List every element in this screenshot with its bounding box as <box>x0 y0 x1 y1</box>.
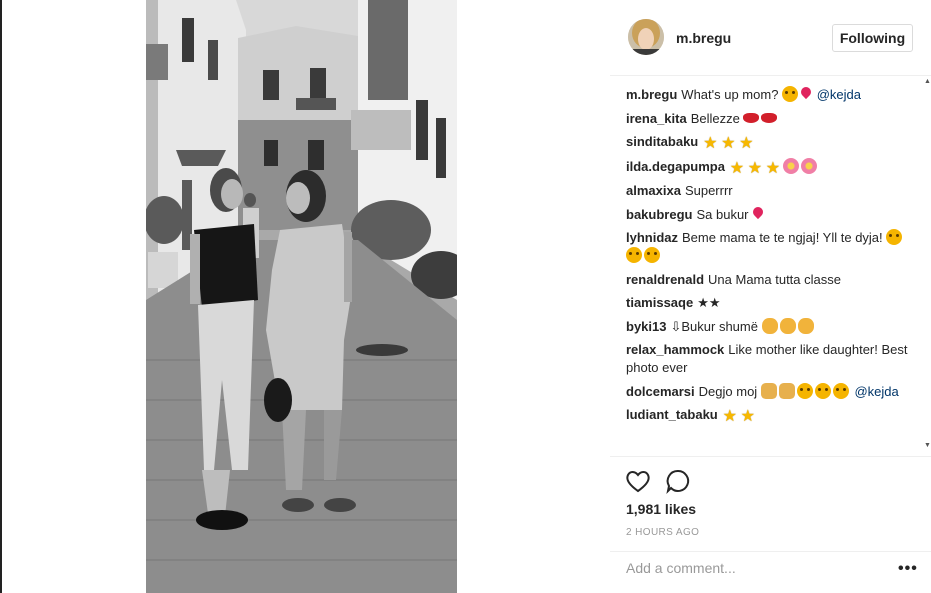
comment-username[interactable]: lyhnidaz <box>626 230 678 245</box>
comment-text: Sa bukur <box>696 206 749 222</box>
post-photo[interactable] <box>146 0 457 593</box>
dance-emoji-icon <box>778 382 795 399</box>
comment-item: bakubregu Sa bukur <box>626 204 922 224</box>
comment-username[interactable]: ilda.degapumpa <box>626 159 725 174</box>
comment-text: ⇩Bukur shumë <box>670 318 758 334</box>
face-emoji-icon <box>782 86 799 102</box>
face-emoji-icon <box>832 382 849 399</box>
comment-text: Una Mama tutta classe <box>708 271 841 287</box>
comment-username[interactable]: dolcemarsi <box>626 384 695 399</box>
comment-item: tiamissaqe ★★ <box>626 294 922 312</box>
lips-emoji-icon <box>761 112 778 123</box>
comment-username[interactable]: irena_kita <box>626 111 687 126</box>
comment-username[interactable]: almaxixa <box>626 183 681 198</box>
post-header: m.bregu Following <box>610 0 931 76</box>
comment-item: dolcemarsi Degjo moj @kejda <box>626 382 922 401</box>
scroll-up-arrow-icon[interactable]: ▲ <box>924 78 931 86</box>
comment-text: Bellezze <box>690 110 740 126</box>
window-left-edge <box>0 0 2 593</box>
heart-emoji-icon <box>751 204 766 219</box>
star-emoji-icon: ★ <box>740 408 755 425</box>
heart-emoji-icon <box>798 86 814 100</box>
photo-image <box>146 0 457 593</box>
comment-username[interactable]: sinditabaku <box>626 134 698 149</box>
flower-emoji-icon <box>800 157 817 174</box>
comment-item: byki13 ⇩Bukur shumë <box>626 317 922 336</box>
post-timestamp[interactable]: 2 HOURS AGO <box>626 527 699 538</box>
comment-item: almaxixa Superrrr <box>626 182 922 200</box>
face-emoji-icon <box>626 247 642 263</box>
star-emoji-icon: ★ <box>722 408 737 425</box>
clap-emoji-icon <box>779 317 796 334</box>
comment-text: Superrrr <box>684 183 733 198</box>
face-emoji-icon <box>886 229 903 245</box>
lips-emoji-icon <box>743 112 760 123</box>
scroll-down-arrow-icon[interactable]: ▼ <box>924 442 931 450</box>
following-button[interactable]: Following <box>832 24 913 52</box>
star-emoji-icon: ★ <box>729 159 745 177</box>
comment-username[interactable]: byki13 <box>626 319 666 334</box>
comments-list[interactable]: m.bregu What's up mom? @kejda irena_kita Be… <box>626 86 922 456</box>
comment-text: Beme mama te te ngjaj! Yll te dyja! <box>682 230 883 245</box>
star-emoji-icon: ★ <box>765 159 781 177</box>
comment-item: ilda.degapumpa ★ ★ ★ <box>626 157 922 177</box>
flower-emoji-icon <box>782 157 799 174</box>
avatar-image <box>628 19 664 55</box>
comment-username[interactable]: renaldrenald <box>626 272 704 287</box>
clap-emoji-icon <box>761 317 778 334</box>
comment-username[interactable]: m.bregu <box>626 87 677 102</box>
comment-text: What's up mom? <box>681 87 779 102</box>
comment-item: lyhnidaz Beme mama te te ngjaj! Yll te dy… <box>626 229 922 265</box>
face-emoji-icon <box>796 382 813 399</box>
comment-text: ★★ <box>697 295 721 310</box>
comment-item: ludiant_tabaku ★ ★ <box>626 406 922 425</box>
comment-item: irena_kita Bellezze <box>626 110 922 128</box>
star-emoji-icon: ★ <box>703 135 718 152</box>
add-comment-section: ••• <box>610 551 931 593</box>
comment-username[interactable]: tiamissaqe <box>626 295 693 310</box>
comment-item: renaldrenald Una Mama tutta classe <box>626 271 922 289</box>
comment-username[interactable]: ludiant_tabaku <box>626 407 718 422</box>
star-emoji-icon: ★ <box>747 159 763 177</box>
heart-outline-icon[interactable] <box>624 467 652 495</box>
comment-mention-link[interactable]: @kejda <box>854 384 898 399</box>
face-emoji-icon <box>814 382 831 399</box>
comment-mention-link[interactable]: @kejda <box>817 87 861 102</box>
speech-bubble-icon[interactable] <box>664 467 692 495</box>
comment-username[interactable]: bakubregu <box>626 207 692 222</box>
comment-text: Degjo moj <box>698 383 758 399</box>
post-author-username[interactable]: m.bregu <box>676 30 731 46</box>
face-emoji-icon <box>644 247 660 263</box>
add-comment-input[interactable] <box>626 560 876 576</box>
avatar[interactable] <box>628 19 664 55</box>
dance-emoji-icon <box>760 382 777 399</box>
comment-item: m.bregu What's up mom? @kejda <box>626 86 922 104</box>
comment-item: sinditabaku ★ ★ ★ <box>626 133 922 152</box>
ellipsis-icon[interactable]: ••• <box>898 561 918 577</box>
post-actions: 1,981 likes 2 HOURS AGO ••• <box>610 456 931 593</box>
likes-count[interactable]: 1,981 likes <box>626 501 696 517</box>
comment-username[interactable]: relax_hammock <box>626 342 724 357</box>
star-emoji-icon: ★ <box>721 135 736 152</box>
star-emoji-icon: ★ <box>739 135 754 152</box>
comment-item: relax_hammock Like mother like daughter! … <box>626 341 922 377</box>
clap-emoji-icon <box>797 317 814 334</box>
post-side-panel: m.bregu Following m.bregu What's up mom? … <box>610 0 931 593</box>
